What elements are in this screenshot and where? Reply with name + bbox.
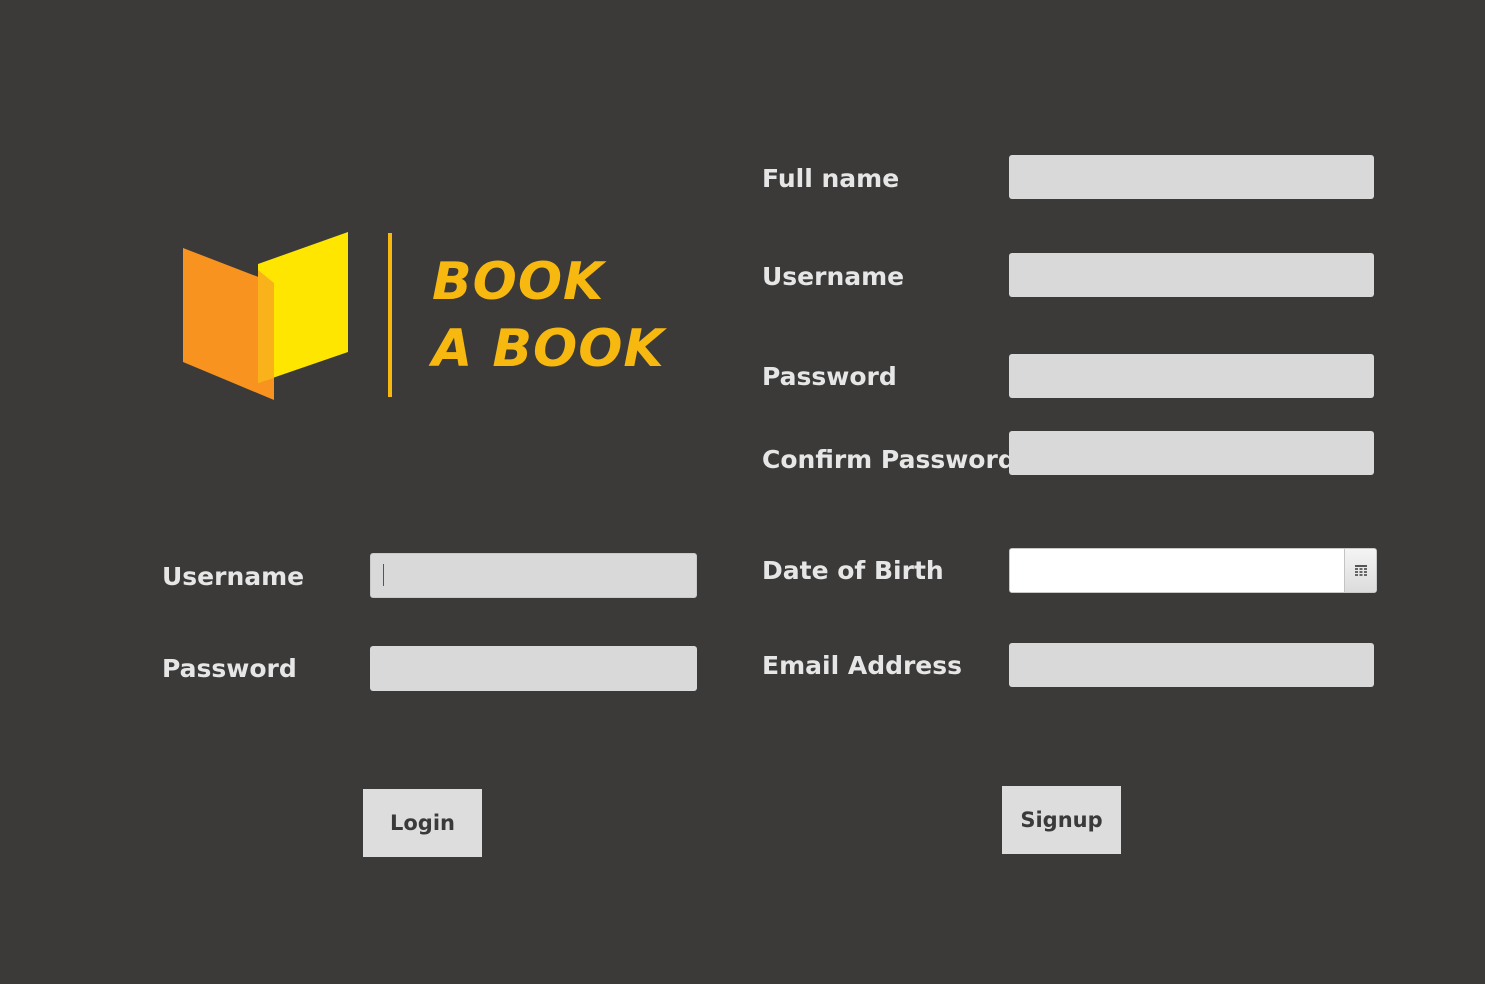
signup-fullname-input[interactable] [1009, 155, 1374, 199]
signup-confirm-password-input[interactable] [1009, 431, 1374, 475]
signup-confirm-password-label: Confirm Password [762, 445, 1016, 474]
signup-email-input[interactable] [1009, 643, 1374, 687]
signup-dob-picker[interactable] [1009, 548, 1377, 593]
brand-divider [388, 233, 392, 397]
signup-username-input[interactable] [1009, 253, 1374, 297]
calendar-button[interactable] [1344, 549, 1376, 592]
signup-username-label: Username [762, 262, 905, 291]
login-username-label: Username [162, 562, 305, 591]
brand-title-line1: BOOK [432, 252, 605, 312]
signup-email-label: Email Address [762, 651, 963, 680]
signup-password-input[interactable] [1009, 354, 1374, 398]
calendar-icon [1354, 565, 1367, 576]
login-username-field-wrap[interactable] [370, 553, 697, 598]
book-icon [183, 232, 348, 400]
signup-button[interactable]: Signup [1002, 786, 1121, 854]
text-caret [383, 564, 384, 586]
signup-password-label: Password [762, 362, 897, 391]
signup-dob-label: Date of Birth [762, 556, 944, 585]
signup-dob-input[interactable] [1010, 549, 1345, 592]
login-username-input[interactable] [370, 553, 697, 598]
signup-fullname-label: Full name [762, 164, 900, 193]
login-password-input[interactable] [370, 646, 697, 691]
brand-title-line2: A BOOK [432, 319, 665, 379]
brand-logo: BOOK A BOOK [180, 228, 664, 403]
login-button[interactable]: Login [363, 789, 482, 857]
login-password-label: Password [162, 654, 297, 683]
